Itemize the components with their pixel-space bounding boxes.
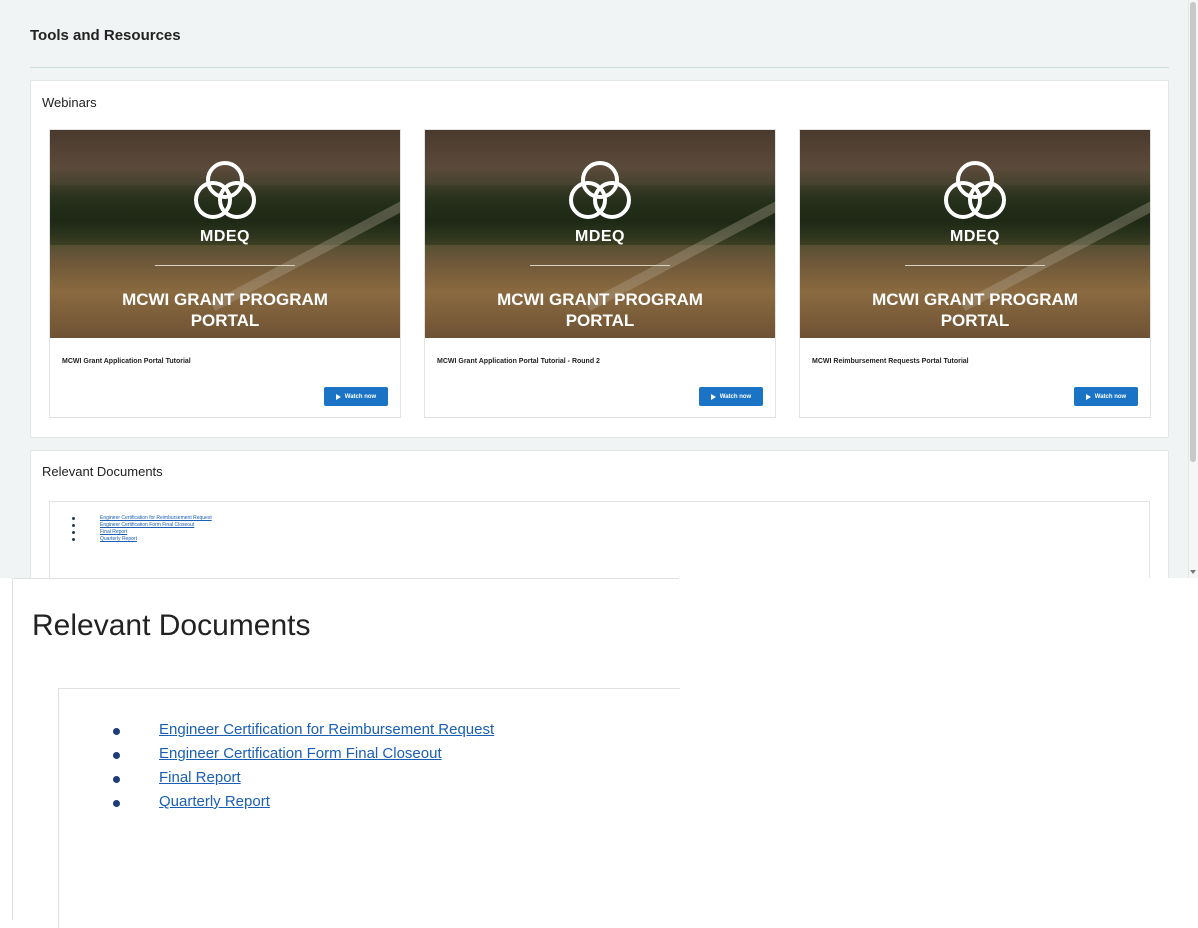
- webinar-card: MDEQ MCWI GRANT PROGRAM PORTAL MCWI Reim…: [799, 129, 1151, 418]
- webinars-title: Webinars: [42, 95, 97, 110]
- logo-text: MDEQ: [575, 228, 625, 245]
- documents-box: Engineer Certification for Reimbursement…: [49, 501, 1150, 578]
- webinar-thumbnail[interactable]: MDEQ MCWI GRANT PROGRAM PORTAL: [800, 130, 1150, 338]
- list-item: Engineer Certification for Reimbursement…: [72, 515, 212, 522]
- logo-text: MDEQ: [950, 228, 1000, 245]
- document-link[interactable]: Engineer Certification for Reimbursement…: [100, 515, 212, 521]
- logo-text: MDEQ: [200, 228, 250, 245]
- thumbnail-caption: MCWI GRANT PROGRAM PORTAL: [122, 290, 328, 330]
- mdeq-logo-icon: [194, 161, 256, 219]
- thumbnail-caption: MCWI GRANT PROGRAM PORTAL: [497, 290, 703, 330]
- list-item: Engineer Certification Form Final Closeo…: [72, 522, 212, 529]
- documents-zoom-box: Engineer Certification for Reimbursement…: [58, 688, 680, 928]
- watch-now-button[interactable]: Watch now: [1074, 387, 1138, 406]
- webinar-label: MCWI Grant Application Portal Tutorial -…: [437, 358, 600, 365]
- list-item: Quarterly Report: [109, 790, 494, 814]
- webinar-label: MCWI Grant Application Portal Tutorial: [62, 358, 191, 365]
- documents-title: Relevant Documents: [42, 464, 163, 479]
- list-item: Engineer Certification for Reimbursement…: [109, 718, 494, 742]
- webinar-thumbnail[interactable]: MDEQ MCWI GRANT PROGRAM PORTAL: [50, 130, 400, 338]
- documents-panel: Relevant Documents Engineer Certificatio…: [30, 450, 1169, 578]
- mdeq-logo-icon: [569, 161, 631, 219]
- thumbnail-caption: MCWI GRANT PROGRAM PORTAL: [872, 290, 1078, 330]
- documents-zoom-callout: Relevant Documents Engineer Certificatio…: [12, 578, 680, 928]
- document-link[interactable]: Final Report: [159, 769, 241, 786]
- documents-zoom-title: Relevant Documents: [32, 609, 311, 642]
- play-icon: [335, 393, 341, 400]
- title-divider: [30, 67, 1169, 68]
- list-item: Final Report: [109, 766, 494, 790]
- play-icon: [1085, 393, 1091, 400]
- scroll-down-icon[interactable]: [1190, 570, 1196, 574]
- watch-now-button[interactable]: Watch now: [324, 387, 388, 406]
- document-link[interactable]: Engineer Certification Form Final Closeo…: [100, 522, 194, 528]
- watch-now-button[interactable]: Watch now: [699, 387, 763, 406]
- page-viewport: Tools and Resources Webinars MDEQ MCWI G…: [0, 0, 1198, 578]
- vertical-scrollbar[interactable]: [1188, 0, 1198, 578]
- documents-zoom-list: Engineer Certification for Reimbursement…: [109, 718, 494, 814]
- document-link[interactable]: Engineer Certification for Reimbursement…: [159, 721, 494, 738]
- webinar-card: MDEQ MCWI GRANT PROGRAM PORTAL MCWI Gran…: [424, 129, 776, 418]
- document-link[interactable]: Final Report: [100, 529, 127, 535]
- mdeq-logo-icon: [944, 161, 1006, 219]
- webinars-panel: Webinars MDEQ MCWI GRANT PROGRAM PORTAL …: [30, 80, 1169, 438]
- webinar-card: MDEQ MCWI GRANT PROGRAM PORTAL MCWI Gran…: [49, 129, 401, 418]
- scrollbar-thumb[interactable]: [1190, 2, 1196, 462]
- play-icon: [710, 393, 716, 400]
- document-link[interactable]: Quarterly Report: [159, 793, 270, 810]
- document-link[interactable]: Engineer Certification Form Final Closeo…: [159, 745, 442, 762]
- webinar-label: MCWI Reimbursement Requests Portal Tutor…: [812, 358, 969, 365]
- webinar-thumbnail[interactable]: MDEQ MCWI GRANT PROGRAM PORTAL: [425, 130, 775, 338]
- list-item: Quarterly Report: [72, 536, 212, 543]
- document-link[interactable]: Quarterly Report: [100, 536, 137, 542]
- documents-list: Engineer Certification for Reimbursement…: [72, 515, 212, 543]
- list-item: Final Report: [72, 529, 212, 536]
- list-item: Engineer Certification Form Final Closeo…: [109, 742, 494, 766]
- page-title: Tools and Resources: [30, 27, 181, 44]
